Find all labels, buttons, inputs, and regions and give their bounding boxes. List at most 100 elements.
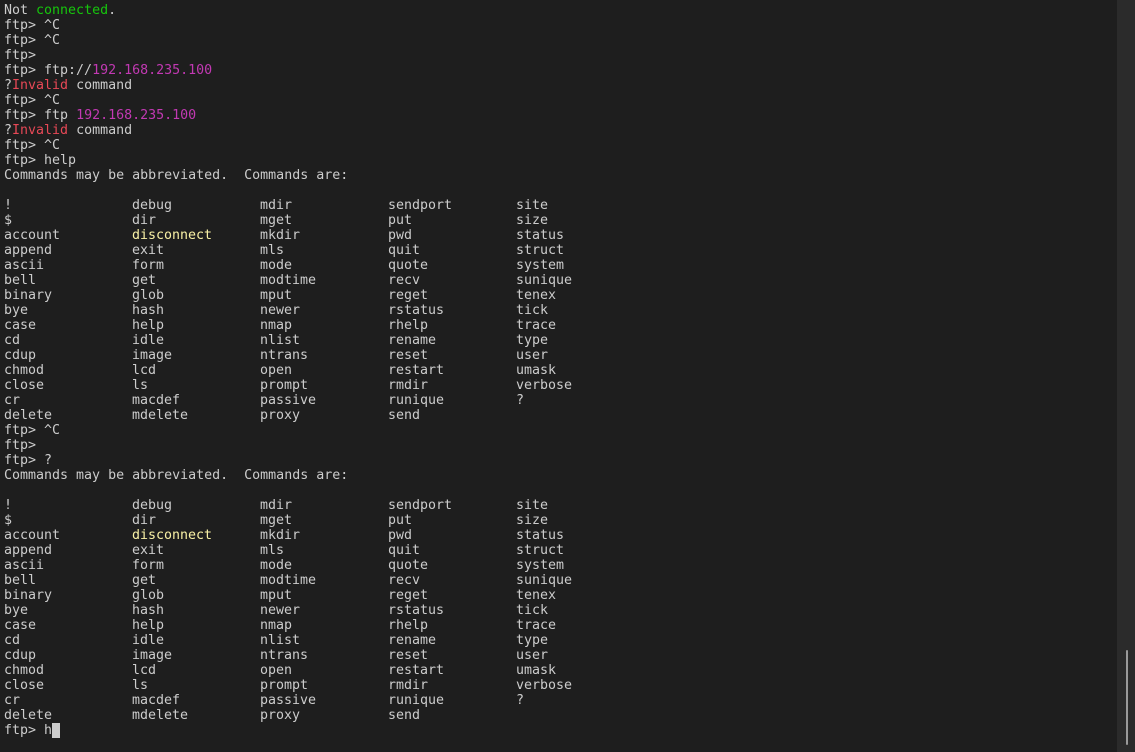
help-command-row: account disconnect mkdir pwd status: [4, 528, 1117, 543]
help-command-cell: ?: [516, 693, 525, 708]
help-command-cell: bell: [4, 573, 37, 588]
help-command-cell: delete: [4, 408, 53, 423]
help-command-row: binary glob mput reget tenex: [4, 588, 1117, 603]
terminal-text-segment: ftp>: [4, 438, 45, 453]
help-command-cell: bell: [4, 273, 37, 288]
help-command-cell: nmap: [260, 618, 293, 633]
help-command-cell: close: [4, 378, 45, 393]
help-command-cell: chmod: [4, 363, 45, 378]
terminal-output-line: ?Invalid command: [4, 78, 1117, 93]
help-command-cell: newer: [260, 303, 301, 318]
help-command-cell: mode: [260, 258, 293, 273]
terminal-output-line: ftp>: [4, 48, 1117, 63]
help-command-row: account disconnect mkdir pwd status: [4, 228, 1117, 243]
terminal-text-segment: Not: [4, 3, 37, 18]
help-command-cell: rstatus: [388, 603, 445, 618]
help-command-cell: image: [132, 348, 173, 363]
help-command-row: cdup image ntrans reset user: [4, 348, 1117, 363]
help-command-row: bell get modtime recv sunique: [4, 273, 1117, 288]
help-command-row: close ls prompt rmdir verbose: [4, 678, 1117, 693]
help-command-cell: macdef: [132, 693, 181, 708]
help-command-cell: nlist: [260, 333, 301, 348]
help-command-cell: runique: [388, 693, 445, 708]
terminal-text-segment: 192.168.235.100: [76, 108, 197, 123]
help-command-cell: mkdir: [260, 528, 301, 543]
help-command-cell: type: [516, 633, 549, 648]
help-command-cell: mdir: [260, 498, 293, 513]
help-command-row: case help nmap rhelp trace: [4, 318, 1117, 333]
terminal-text-segment: ?: [4, 123, 13, 138]
terminal-text-segment: Invalid: [12, 123, 69, 138]
terminal-input-line[interactable]: ftp> h: [4, 723, 1117, 738]
help-command-cell: system: [516, 258, 565, 273]
vertical-scrollbar[interactable]: [1117, 0, 1135, 752]
help-command-cell: restart: [388, 663, 445, 678]
help-command-cell: idle: [132, 633, 165, 648]
help-command-cell: debug: [132, 498, 173, 513]
help-command-cell: rstatus: [388, 303, 445, 318]
help-command-cell: !: [4, 198, 13, 213]
terminal-text-segment: ftp> h: [4, 723, 53, 738]
help-command-cell: umask: [516, 363, 557, 378]
help-command-cell: prompt: [260, 378, 309, 393]
terminal-text-segment: Commands may be abbreviated. Commands ar…: [4, 168, 349, 183]
terminal-output[interactable]: Not connected. ftp> ^C ftp> ^C ftp> ftp> ft…: [0, 0, 1117, 752]
help-command-cell: exit: [132, 543, 165, 558]
terminal-text-segment: .: [108, 3, 117, 18]
help-command-cell: tenex: [516, 288, 557, 303]
help-command-row: cr macdef passive runique?: [4, 393, 1117, 408]
help-command-cell: lcd: [132, 663, 157, 678]
help-command-cell: mdir: [260, 198, 293, 213]
terminal-output-line: ftp> help: [4, 153, 1117, 168]
help-command-cell: reget: [388, 588, 429, 603]
help-command-row: append exit mls quit struct: [4, 243, 1117, 258]
help-command-row: cr macdef passive runique?: [4, 693, 1117, 708]
terminal-text-segment: Invalid: [12, 78, 69, 93]
terminal-text-segment: ftp> ftp://: [4, 63, 93, 78]
help-command-row: bye hash newer rstatus tick: [4, 603, 1117, 618]
help-command-cell: sendport: [388, 198, 453, 213]
terminal-output-line: Commands may be abbreviated. Commands ar…: [4, 168, 1117, 183]
help-command-cell: cdup: [4, 348, 37, 363]
terminal-text-segment: ftp> ?: [4, 453, 53, 468]
help-command-cell: reset: [388, 348, 429, 363]
help-command-cell: umask: [516, 663, 557, 678]
help-command-cell: exit: [132, 243, 165, 258]
help-command-cell: mode: [260, 558, 293, 573]
help-command-row: delete mdelete proxy send: [4, 408, 1117, 423]
help-command-cell: passive: [260, 393, 317, 408]
help-command-row: ! debug mdir sendport site: [4, 198, 1117, 213]
help-command-cell: struct: [516, 543, 565, 558]
help-command-cell: dir: [132, 213, 157, 228]
help-command-cell: macdef: [132, 393, 181, 408]
help-command-cell: pwd: [388, 228, 413, 243]
help-command-cell: ascii: [4, 558, 45, 573]
help-command-cell: trace: [516, 318, 557, 333]
help-command-cell: $: [4, 213, 13, 228]
help-command-cell: size: [516, 213, 549, 228]
help-command-cell: bye: [4, 603, 29, 618]
help-command-cell: rename: [388, 633, 437, 648]
help-command-cell: tick: [516, 303, 549, 318]
help-command-cell: site: [516, 198, 549, 213]
help-command-cell: mdelete: [132, 708, 189, 723]
help-command-cell: ?: [516, 393, 525, 408]
terminal-text-segment: 192.168.235.100: [92, 63, 213, 78]
terminal-window[interactable]: Not connected. ftp> ^C ftp> ^C ftp> ftp> ft…: [0, 0, 1135, 752]
help-command-cell: get: [132, 273, 157, 288]
terminal-text-segment: connected: [36, 3, 109, 18]
help-command-cell: verbose: [516, 378, 573, 393]
help-command-cell: form: [132, 558, 165, 573]
help-command-row: $ dir mget put size: [4, 513, 1117, 528]
terminal-output-line: Not connected.: [4, 3, 1117, 18]
help-command-row: cd idle nlist rename type: [4, 333, 1117, 348]
help-command-cell: ntrans: [260, 348, 309, 363]
help-command-cell: recv: [388, 273, 421, 288]
help-command-cell: glob: [132, 288, 165, 303]
help-command-cell: modtime: [260, 273, 317, 288]
scrollbar-thumb[interactable]: [1126, 650, 1128, 745]
help-command-cell: hash: [132, 603, 165, 618]
help-command-cell: rmdir: [388, 678, 429, 693]
terminal-text-segment: command: [68, 123, 133, 138]
